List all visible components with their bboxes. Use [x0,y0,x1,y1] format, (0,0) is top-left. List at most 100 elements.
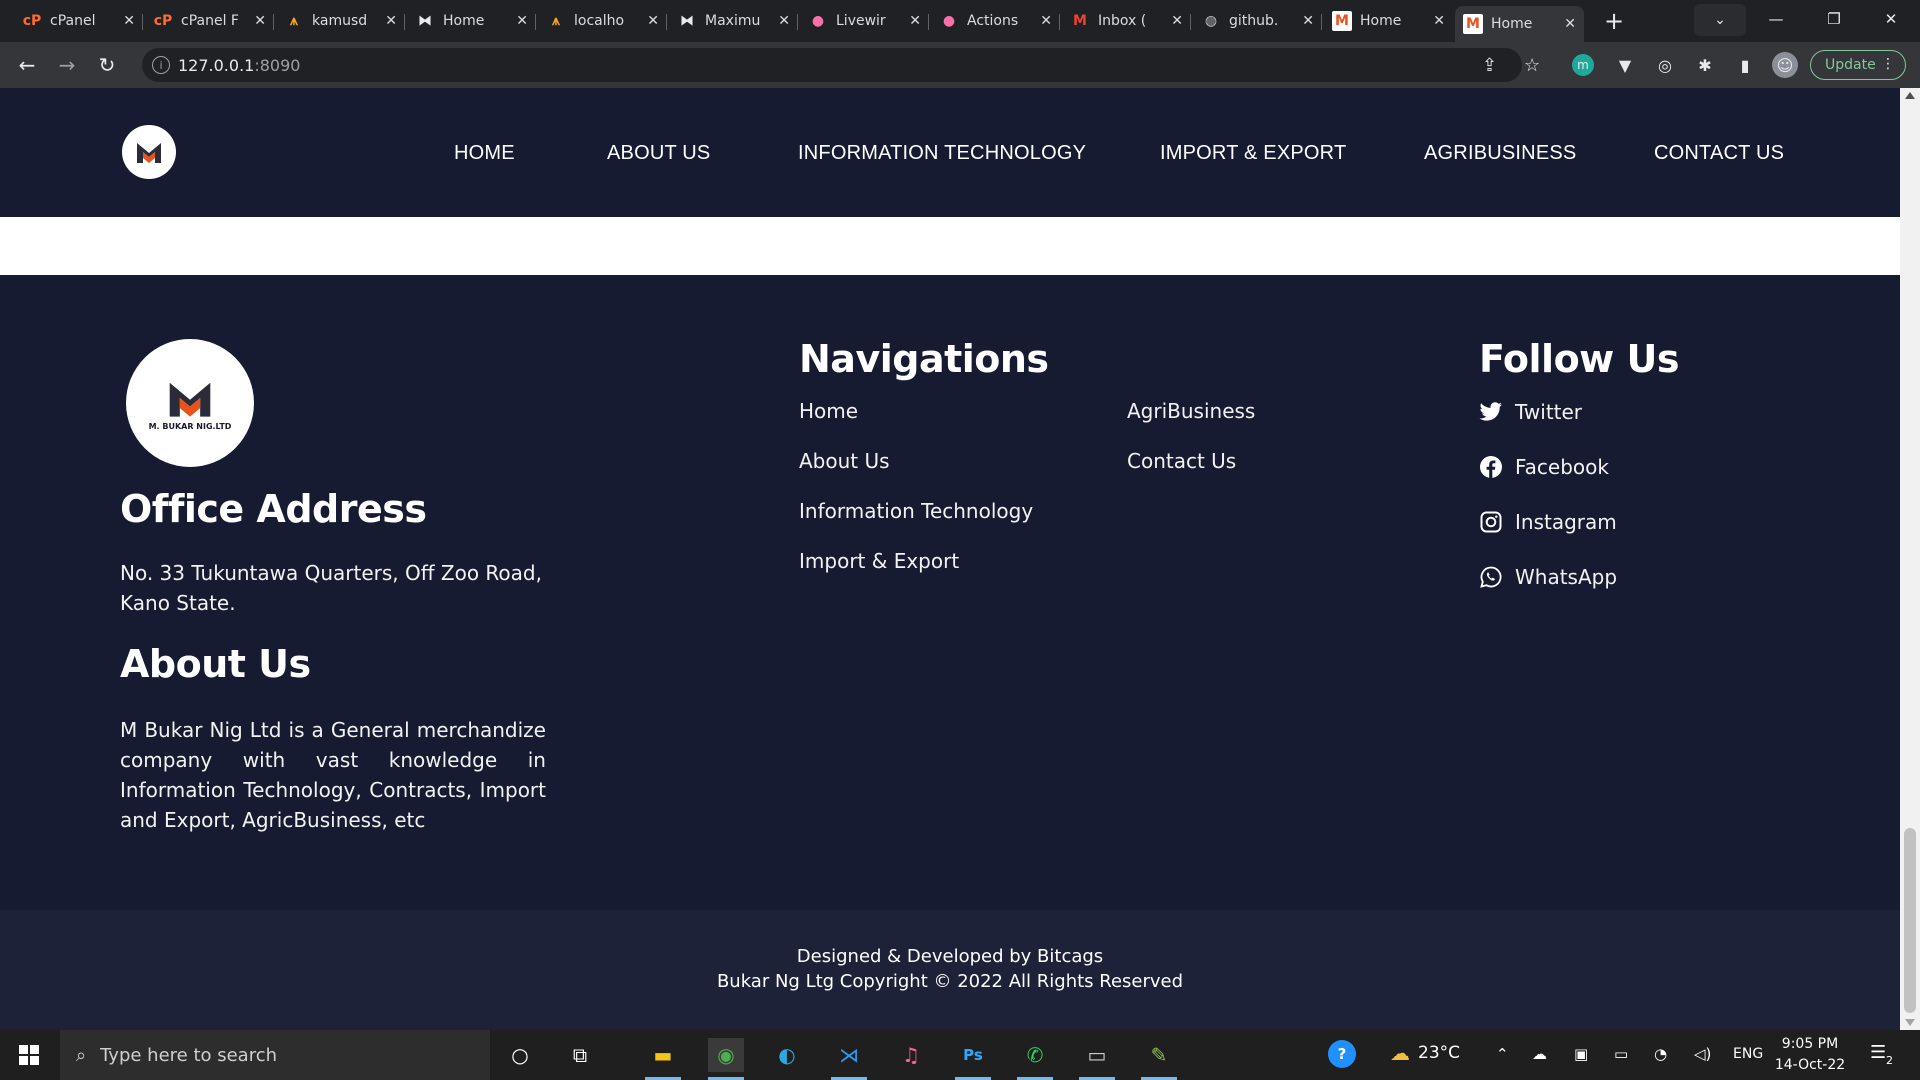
chrome-icon[interactable]: ◉ [708,1038,744,1080]
scroll-down-arrow-icon[interactable] [1905,1019,1915,1026]
social-link-twitter[interactable]: Twitter [1479,400,1582,424]
close-icon[interactable]: ✕ [1171,13,1183,29]
tab-cpanel-2[interactable]: cP cPanel F ✕ [145,6,274,36]
tab-home-active[interactable]: M Home ✕ [1455,6,1584,42]
address-bar[interactable]: i 127.0.0.1:8090 ⇪ ☆ [142,48,1540,82]
forward-button[interactable]: → [52,50,82,80]
close-window-button[interactable]: ✕ [1862,0,1920,38]
notification-icon[interactable]: ☰ [1870,1042,1886,1063]
profile-avatar[interactable]: ☺ [1772,52,1798,78]
nav-home[interactable]: HOME [454,142,515,165]
scroll-up-arrow-icon[interactable] [1905,92,1915,99]
photoshop-icon[interactable]: Ps [955,1038,991,1080]
about-us-heading: About Us [120,642,311,686]
file-explorer-icon[interactable]: ▬ [645,1038,681,1080]
close-icon[interactable]: ✕ [254,13,266,29]
terminal-icon[interactable]: ▭ [1079,1038,1115,1080]
extension-m-icon[interactable]: m [1572,54,1594,76]
footer-link-contact-us[interactable]: Contact Us [1127,449,1236,473]
tab-home-laravel[interactable]: ⧓ Home ✕ [407,6,536,36]
nav-about-us[interactable]: ABOUT US [607,142,710,165]
itunes-icon[interactable]: ♫ [893,1038,929,1072]
weather-temp[interactable]: 23°C [1418,1043,1460,1063]
meet-now-icon[interactable]: ▣ [1574,1045,1588,1063]
tab-maximum[interactable]: ⧓ Maximu ✕ [669,6,798,36]
tab-inbox[interactable]: M Inbox ( ✕ [1062,6,1191,36]
tab-localhost[interactable]: ⩚ localho ✕ [538,6,667,36]
footer-link-import-export[interactable]: Import & Export [799,549,959,573]
notepad-icon[interactable]: ✎ [1141,1038,1177,1080]
tab-actions[interactable]: ● Actions ✕ [931,6,1060,36]
help-icon[interactable]: ? [1328,1040,1356,1068]
back-button[interactable]: ← [12,50,42,80]
url-text: 127.0.0.1:8090 [178,56,301,75]
update-button[interactable]: Update ⋮ [1810,50,1906,80]
nav-information-technology[interactable]: INFORMATION TECHNOLOGY [798,142,1086,165]
new-tab-button[interactable]: + [1600,7,1628,35]
extension-v-icon[interactable]: ▼ [1612,52,1638,78]
tab-github[interactable]: ◍ github. ✕ [1193,6,1322,36]
page-scrollbar[interactable] [1900,88,1920,1030]
close-icon[interactable]: ✕ [909,13,921,29]
menu-dots-icon[interactable]: ⋮ [1881,56,1895,72]
nav-import-export[interactable]: IMPORT & EXPORT [1160,142,1346,165]
nav-contact-us[interactable]: CONTACT US [1654,142,1784,165]
site-logo[interactable] [122,125,176,179]
whatsapp-app-icon[interactable]: ✆ [1017,1038,1053,1080]
restore-button[interactable]: ❐ [1805,0,1863,38]
close-icon[interactable]: ✕ [385,13,397,29]
twitter-icon [1479,400,1503,424]
close-icon[interactable]: ✕ [123,13,135,29]
battery-icon[interactable]: ▭ [1614,1045,1628,1063]
minimize-button[interactable]: — [1747,0,1805,38]
language-indicator[interactable]: ENG [1733,1046,1763,1062]
tab-search-button[interactable]: ⌄ [1694,4,1746,36]
taskbar-search-box[interactable]: ⌕ Type here to search [60,1030,490,1080]
bookmark-star-icon[interactable]: ☆ [1524,55,1540,76]
close-icon[interactable]: ✕ [516,13,528,29]
tab-cpanel-1[interactable]: cP cPanel ✕ [14,6,143,36]
close-icon[interactable]: ✕ [778,13,790,29]
clock[interactable]: 9:05 PM 14-Oct-22 [1770,1034,1850,1076]
close-icon[interactable]: ✕ [1040,13,1052,29]
tab-kamusd[interactable]: ⩚ kamusd ✕ [276,6,405,36]
social-label: Instagram [1515,510,1617,534]
footer-link-home[interactable]: Home [799,399,858,423]
extension-circle-icon[interactable]: ◎ [1652,52,1678,78]
instagram-icon [1479,510,1503,534]
info-icon[interactable]: i [152,56,170,74]
tab-title: Actions [967,13,1019,29]
nav-agribusiness[interactable]: AGRIBUSINESS [1424,142,1576,165]
scrollbar-thumb[interactable] [1904,828,1916,1013]
volume-icon[interactable]: ◁) [1694,1045,1711,1063]
footer-link-about-us[interactable]: About Us [799,449,890,473]
wifi-icon[interactable]: ◔ [1654,1045,1667,1063]
footer-link-agribusiness[interactable]: AgriBusiness [1127,399,1255,423]
side-panel-icon[interactable]: ▮ [1732,52,1758,78]
task-view-icon[interactable]: ⧉ [562,1038,598,1072]
social-link-facebook[interactable]: Facebook [1479,455,1609,479]
extensions-puzzle-icon[interactable]: ✱ [1692,52,1718,78]
cortana-icon[interactable]: ○ [502,1038,538,1072]
vscode-icon[interactable]: ⋊ [831,1038,867,1080]
edge-icon[interactable]: ◐ [769,1038,805,1072]
social-label: WhatsApp [1515,565,1618,589]
footer-link-information-technology[interactable]: Information Technology [799,499,1033,523]
show-hidden-icons[interactable]: ⌃ [1496,1045,1509,1063]
tab-livewire[interactable]: ● Livewir ✕ [800,6,929,36]
clock-date: 14-Oct-22 [1774,1057,1846,1073]
close-icon[interactable]: ✕ [1433,13,1445,29]
reload-button[interactable]: ↻ [92,50,122,80]
close-icon[interactable]: ✕ [1564,16,1576,32]
close-icon[interactable]: ✕ [1302,13,1314,29]
tab-title: github. [1229,13,1279,29]
start-button[interactable] [0,1030,58,1080]
onedrive-error-icon[interactable]: ☁ [1532,1045,1547,1063]
copyright-text: Bukar Ng Ltg Copyright © 2022 All Rights… [716,971,1184,992]
share-icon[interactable]: ⇪ [1482,55,1497,76]
close-icon[interactable]: ✕ [647,13,659,29]
social-link-instagram[interactable]: Instagram [1479,510,1617,534]
tab-home-site[interactable]: M Home ✕ [1324,6,1453,36]
weather-icon[interactable]: ☁ [1390,1041,1410,1065]
social-link-whatsapp[interactable]: WhatsApp [1479,565,1617,589]
